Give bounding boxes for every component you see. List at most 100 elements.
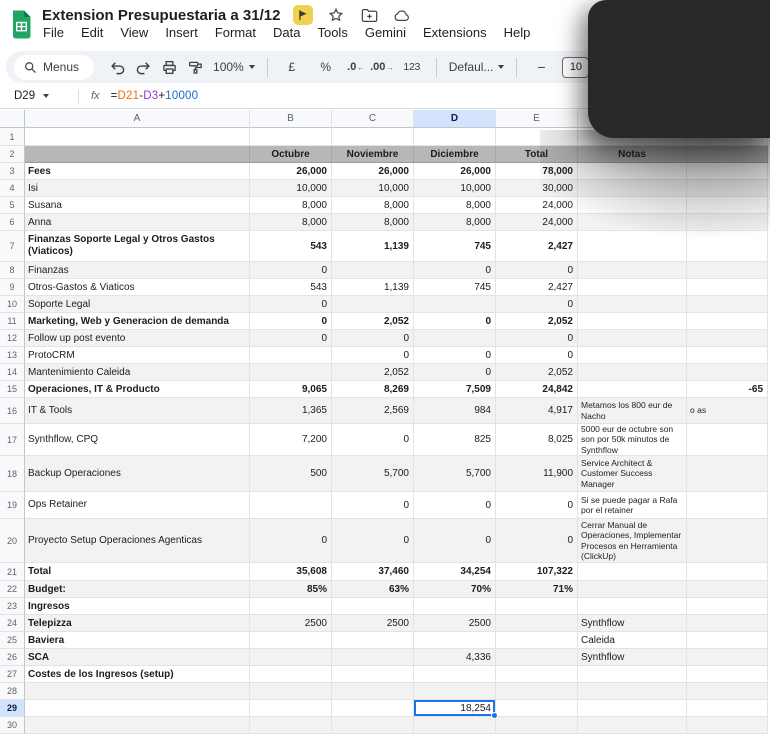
cell-E8[interactable]: 0 [496, 262, 578, 279]
menu-file[interactable]: File [43, 25, 64, 40]
cell-D5[interactable]: 8,000 [414, 197, 496, 214]
cell-C23[interactable] [332, 598, 414, 615]
cell-F10[interactable] [578, 296, 687, 313]
cell-C16[interactable]: 2,569 [332, 398, 414, 424]
cell-G13[interactable] [687, 347, 768, 364]
format-percent-button[interactable]: % [310, 54, 342, 80]
cell-D13[interactable]: 0 [414, 347, 496, 364]
cell-B29[interactable] [250, 700, 332, 717]
menu-data[interactable]: Data [273, 25, 300, 40]
cell-E5[interactable]: 24,000 [496, 197, 578, 214]
cell-E21[interactable]: 107,322 [496, 563, 578, 581]
cell-D25[interactable] [414, 632, 496, 649]
row-header-16[interactable]: 16 [0, 398, 25, 424]
cell-B5[interactable]: 8,000 [250, 197, 332, 214]
cell-E30[interactable] [496, 717, 578, 734]
cell-A20[interactable]: Proyecto Setup Operaciones Agenticas [25, 519, 250, 563]
cell-D2[interactable]: Diciembre [414, 146, 496, 163]
cell-B25[interactable] [250, 632, 332, 649]
cell-B19[interactable] [250, 492, 332, 519]
cell-A6[interactable]: Anna [25, 214, 250, 231]
cell-A16[interactable]: IT & Tools [25, 398, 250, 424]
cell-E18[interactable]: 11,900 [496, 456, 578, 492]
row-header-27[interactable]: 27 [0, 666, 25, 683]
cell-A14[interactable]: Mantenimiento Caleida [25, 364, 250, 381]
cell-B20[interactable]: 0 [250, 519, 332, 563]
cell-F12[interactable] [578, 330, 687, 347]
row-header-19[interactable]: 19 [0, 492, 25, 519]
menu-edit[interactable]: Edit [81, 25, 103, 40]
cell-F22[interactable] [578, 581, 687, 598]
cell-C15[interactable]: 8,269 [332, 381, 414, 398]
cell-B13[interactable] [250, 347, 332, 364]
cell-A5[interactable]: Susana [25, 197, 250, 214]
row-header-26[interactable]: 26 [0, 649, 25, 666]
cell-E7[interactable]: 2,427 [496, 231, 578, 262]
row-header-18[interactable]: 18 [0, 456, 25, 492]
row-header-10[interactable]: 10 [0, 296, 25, 313]
cell-B18[interactable]: 500 [250, 456, 332, 492]
cell-E16[interactable]: 4,917 [496, 398, 578, 424]
cell-A13[interactable]: ProtoCRM [25, 347, 250, 364]
cell-G27[interactable] [687, 666, 768, 683]
decrease-decimal-button[interactable]: .0← [344, 54, 368, 80]
cell-A11[interactable]: Marketing, Web y Generacion de demanda [25, 313, 250, 330]
cell-A26[interactable]: SCA [25, 649, 250, 666]
cell-F4[interactable] [578, 180, 687, 197]
menu-extensions[interactable]: Extensions [423, 25, 487, 40]
cell-C20[interactable]: 0 [332, 519, 414, 563]
cell-D22[interactable]: 70% [414, 581, 496, 598]
cell-C19[interactable]: 0 [332, 492, 414, 519]
fill-handle[interactable] [491, 712, 498, 719]
cell-E24[interactable] [496, 615, 578, 632]
row-header-2[interactable]: 2 [0, 146, 25, 163]
column-header-E[interactable]: E [496, 110, 578, 128]
cell-C11[interactable]: 2,052 [332, 313, 414, 330]
cell-G24[interactable] [687, 615, 768, 632]
font-size-input[interactable]: 10 [562, 57, 589, 78]
cell-E15[interactable]: 24,842 [496, 381, 578, 398]
cell-C1[interactable] [332, 128, 414, 146]
cell-G26[interactable] [687, 649, 768, 666]
cell-F9[interactable] [578, 279, 687, 296]
cell-A18[interactable]: Backup Operaciones [25, 456, 250, 492]
cell-F3[interactable] [578, 163, 687, 180]
cell-G8[interactable] [687, 262, 768, 279]
cell-C3[interactable]: 26,000 [332, 163, 414, 180]
column-header-B[interactable]: B [250, 110, 332, 128]
cell-C24[interactable]: 2500 [332, 615, 414, 632]
cell-C12[interactable]: 0 [332, 330, 414, 347]
cell-D20[interactable]: 0 [414, 519, 496, 563]
increase-decimal-button[interactable]: .00→ [370, 54, 394, 80]
cell-G11[interactable] [687, 313, 768, 330]
row-header-3[interactable]: 3 [0, 163, 25, 180]
cell-A19[interactable]: Ops Retainer [25, 492, 250, 519]
cell-A4[interactable]: Isi [25, 180, 250, 197]
cell-C17[interactable]: 0 [332, 424, 414, 456]
cell-C10[interactable] [332, 296, 414, 313]
formula-input[interactable]: =D21-D3+10000 [111, 90, 199, 102]
cell-D18[interactable]: 5,700 [414, 456, 496, 492]
row-header-29[interactable]: 29 [0, 700, 25, 717]
row-header-17[interactable]: 17 [0, 424, 25, 456]
cell-G12[interactable] [687, 330, 768, 347]
row-header-6[interactable]: 6 [0, 214, 25, 231]
more-formats-button[interactable]: 123 [396, 54, 428, 80]
cell-F8[interactable] [578, 262, 687, 279]
cell-A23[interactable]: Ingresos [25, 598, 250, 615]
cell-E3[interactable]: 78,000 [496, 163, 578, 180]
cell-D26[interactable]: 4,336 [414, 649, 496, 666]
row-header-5[interactable]: 5 [0, 197, 25, 214]
cell-G2[interactable] [687, 146, 768, 163]
column-header-A[interactable]: A [25, 110, 250, 128]
cell-D30[interactable] [414, 717, 496, 734]
cloud-status-icon[interactable] [392, 5, 412, 25]
cell-E26[interactable] [496, 649, 578, 666]
row-header-20[interactable]: 20 [0, 519, 25, 563]
cell-D14[interactable]: 0 [414, 364, 496, 381]
cell-A25[interactable]: Baviera [25, 632, 250, 649]
cell-C9[interactable]: 1,139 [332, 279, 414, 296]
row-header-12[interactable]: 12 [0, 330, 25, 347]
cell-D23[interactable] [414, 598, 496, 615]
undo-button[interactable] [105, 54, 129, 80]
